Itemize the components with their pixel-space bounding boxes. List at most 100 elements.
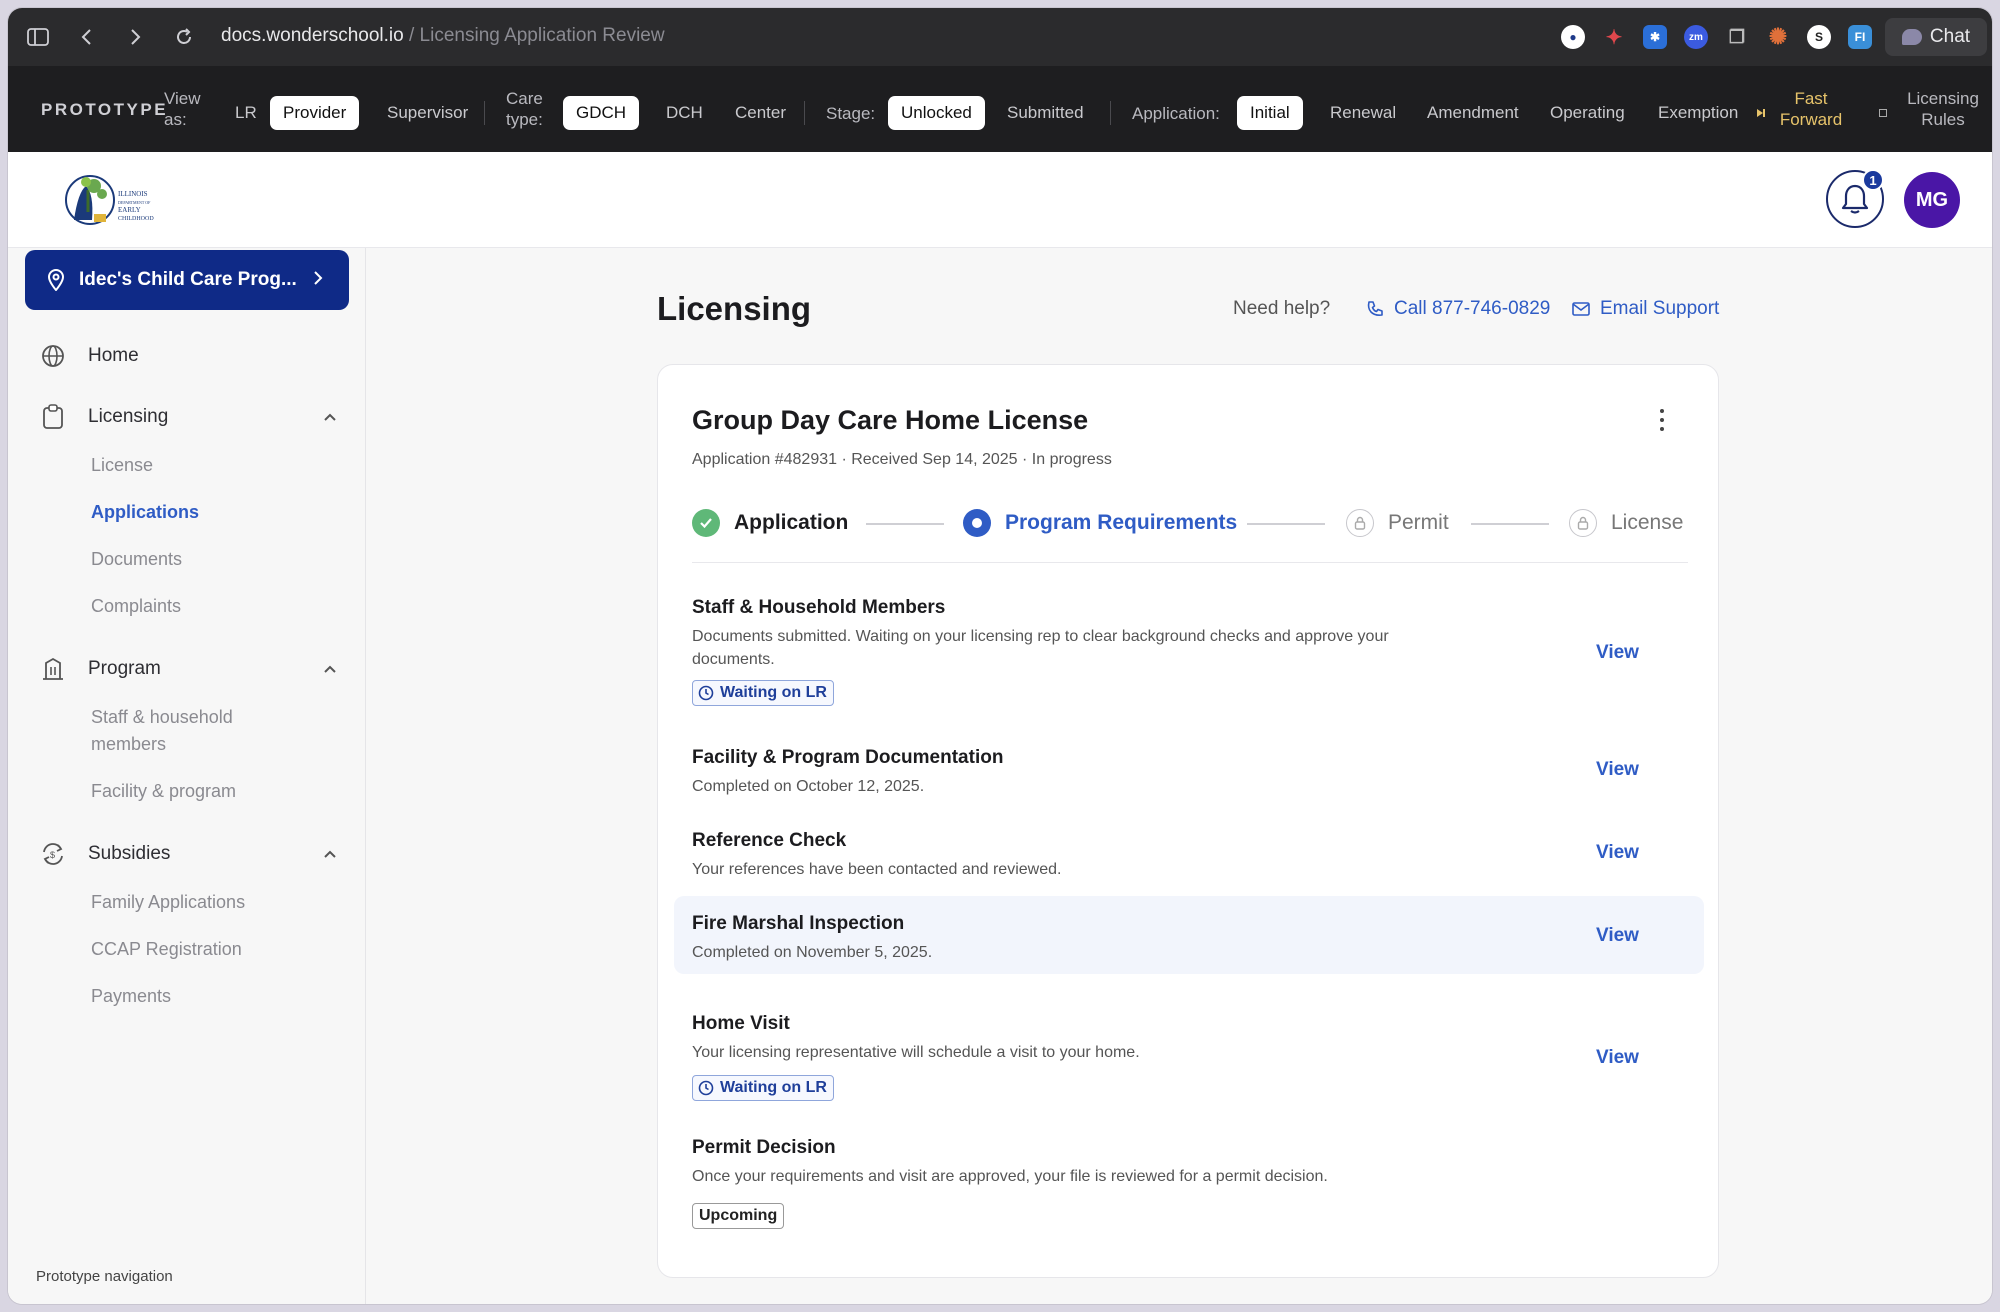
call-label: Call 877-746-0829 [1394, 298, 1551, 319]
application-meta: Application #482931 · Received Sep 14, 2… [692, 451, 1112, 468]
view-link[interactable]: View [1596, 842, 1639, 864]
requirement-row: Reference Check Your references have bee… [674, 830, 1704, 886]
more-options-icon[interactable] [1658, 409, 1666, 431]
exchange-icon: $ [40, 841, 66, 867]
application-initial[interactable]: Initial [1237, 96, 1303, 130]
view-as-provider[interactable]: Provider [270, 96, 360, 130]
stage-label: Stage: [826, 104, 876, 123]
fi-extension-icon[interactable]: FI [1848, 25, 1872, 49]
clock-icon [698, 685, 714, 701]
sidebar: Idec's Child Care Prog... Home Licensing… [8, 248, 366, 1304]
svg-text:$: $ [50, 850, 55, 860]
card-title: Group Day Care Home License [692, 405, 1089, 435]
application-renewal[interactable]: Renewal [1317, 96, 1409, 130]
zoom-extension-icon[interactable]: zm [1684, 25, 1708, 49]
step-connector [866, 523, 944, 525]
view-as-lr[interactable]: LR [222, 96, 270, 130]
sidebar-item-subsidies[interactable]: $ Subsidies [40, 838, 170, 870]
claude-extension-icon[interactable]: ✺ [1766, 24, 1790, 49]
call-support-link[interactable]: Call 877-746-0829 [1366, 298, 1550, 320]
care-type-dch[interactable]: DCH [653, 96, 716, 130]
care-type-center[interactable]: Center [722, 96, 799, 130]
sidebar-item-complaints[interactable]: Complaints [91, 593, 181, 620]
care-type-gdch[interactable]: GDCH [563, 96, 640, 130]
chevron-up-icon[interactable] [323, 662, 337, 676]
stage-submitted[interactable]: Submitted [994, 96, 1097, 130]
progress-stepper: Application Program Requirements Permit [692, 505, 1692, 541]
notification-count-badge: 1 [1862, 169, 1884, 191]
gear-extension-icon[interactable]: ✱ [1643, 25, 1667, 49]
step-program-requirements[interactable]: Program Requirements [963, 505, 1237, 541]
divider [692, 562, 1688, 563]
password-extension-icon[interactable]: ● [1561, 25, 1585, 49]
browser-window: docs.wonderschool.io / Licensing Applica… [8, 8, 1992, 1304]
browser-toolbar: docs.wonderschool.io / Licensing Applica… [8, 8, 1992, 66]
chat-label: Chat [1929, 26, 1971, 47]
lock-icon [1346, 509, 1374, 537]
step-connector [1471, 523, 1549, 525]
prototype-navigation-link[interactable]: Prototype navigation [36, 1268, 173, 1285]
status-badge: Waiting on LR [692, 1075, 834, 1101]
program-selector-button[interactable]: Idec's Child Care Prog... [25, 250, 349, 310]
avatar[interactable]: MG [1904, 172, 1960, 228]
sidebar-item-staff-household[interactable]: Staff & household members [91, 704, 291, 758]
requirement-title: Staff & Household Members [692, 597, 946, 618]
sidebar-item-documents[interactable]: Documents [91, 546, 182, 573]
view-link[interactable]: View [1596, 1047, 1639, 1069]
fast-forward-icon [1757, 109, 1765, 117]
sidebar-item-payments[interactable]: Payments [91, 983, 171, 1010]
sidebar-item-program[interactable]: Program [40, 653, 161, 685]
license-application-card: Group Day Care Home License Application … [657, 364, 1719, 1278]
view-link[interactable]: View [1596, 759, 1639, 781]
sidebar-item-license[interactable]: License [91, 452, 153, 479]
back-icon[interactable] [74, 25, 98, 49]
address-bar[interactable]: docs.wonderschool.io / Licensing Applica… [221, 25, 665, 47]
application-operating[interactable]: Operating [1537, 96, 1638, 130]
phone-icon [1367, 301, 1383, 316]
chevron-up-icon[interactable] [323, 410, 337, 424]
sidebar-item-label: Program [88, 658, 161, 679]
sidebar-item-home[interactable]: Home [40, 340, 139, 372]
licensing-rules-button[interactable]: Licensing Rules [1898, 88, 1988, 130]
svg-text:DEPARTMENT OF: DEPARTMENT OF [118, 200, 151, 205]
globe-icon [40, 343, 66, 369]
step-label: Permit [1388, 511, 1449, 534]
view-link[interactable]: View [1596, 925, 1639, 947]
forward-icon[interactable] [124, 25, 148, 49]
idec-logo[interactable]: ILLINOIS DEPARTMENT OF EARLY CHILDHOOD [64, 172, 172, 232]
chat-button[interactable]: Chat [1885, 18, 1987, 56]
status-badge: Waiting on LR [692, 680, 834, 706]
email-support-link[interactable]: Email Support [1572, 298, 1719, 320]
view-link[interactable]: View [1596, 642, 1639, 664]
requirement-row: Permit Decision Once your requirements a… [674, 1137, 1704, 1233]
stage-unlocked[interactable]: Unlocked [888, 96, 985, 130]
sidebar-toggle-icon[interactable] [26, 25, 50, 49]
svg-text:CHILDHOOD: CHILDHOOD [118, 216, 154, 222]
copy-extension-icon[interactable]: ❐ [1725, 25, 1749, 49]
sidebar-item-facility-program[interactable]: Facility & program [91, 778, 236, 805]
fast-forward-button[interactable]: Fast Forward [1776, 88, 1846, 130]
application-amendment[interactable]: Amendment [1414, 96, 1532, 130]
badge-label: Waiting on LR [720, 1079, 827, 1096]
s-extension-icon[interactable]: S [1807, 25, 1831, 49]
sidebar-item-licensing[interactable]: Licensing [40, 401, 168, 433]
reload-icon[interactable] [172, 25, 196, 49]
step-application[interactable]: Application [692, 505, 848, 541]
sidebar-item-family-applications[interactable]: Family Applications [91, 889, 245, 916]
requirement-title: Reference Check [692, 830, 847, 851]
application-exemption[interactable]: Exemption [1645, 96, 1751, 130]
sidebar-item-applications[interactable]: Applications [91, 499, 199, 526]
view-as-supervisor[interactable]: Supervisor [374, 96, 481, 130]
badge-label: Upcoming [699, 1207, 778, 1224]
bird-extension-icon[interactable]: ✦ [1602, 25, 1626, 49]
requirement-description: Completed on November 5, 2025. [692, 944, 933, 961]
need-help-label: Need help? [1233, 298, 1331, 319]
step-connector [1247, 523, 1325, 525]
application-label: Application: [1132, 104, 1220, 123]
chat-icon [1901, 29, 1922, 45]
page-title: Licensing [657, 290, 812, 327]
requirement-description: Once your requirements and visit are app… [692, 1168, 1328, 1185]
chevron-up-icon[interactable] [323, 847, 337, 861]
sidebar-item-ccap-registration[interactable]: CCAP Registration [91, 936, 242, 963]
url-domain: docs.wonderschool.io [221, 25, 404, 46]
